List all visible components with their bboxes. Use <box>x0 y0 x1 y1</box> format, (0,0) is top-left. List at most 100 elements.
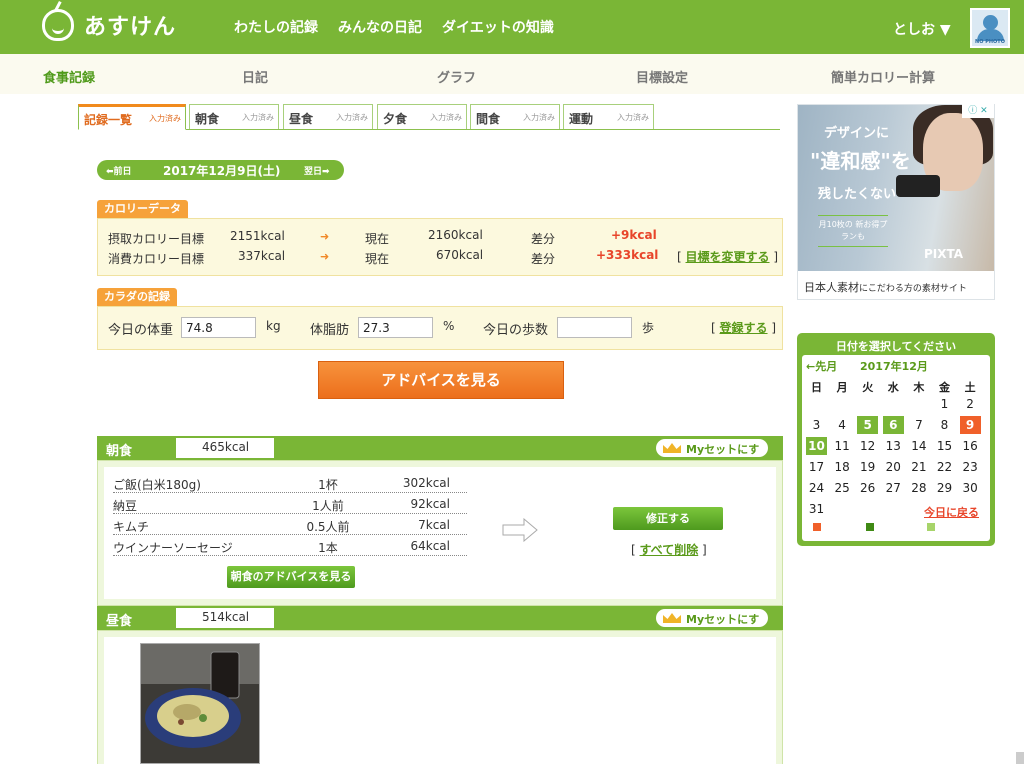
ad-image: デザインに "違和感"を 残したくない 月10枚の 新お得プランも PIXTA <box>798 105 994 271</box>
food-name: ウインナーソーセージ <box>113 541 233 555</box>
calorie-data-tag: カロリーデータ <box>97 200 188 218</box>
nav-diet-knowledge[interactable]: ダイエットの知識 <box>442 17 554 37</box>
delete-all-wrapper: [ すべて削除 ] <box>631 541 707 558</box>
food-row[interactable]: ウインナーソーセージ 1本 64kcal <box>113 535 467 556</box>
next-day-button[interactable]: 翌日➡ <box>304 164 330 177</box>
calendar-day[interactable]: 12 <box>857 437 878 455</box>
date-navigator: ⬅前日 2017年12月9日(土) 翌日➡ <box>97 160 344 180</box>
legend-complete: 全て入力済み <box>866 522 923 533</box>
calendar-day[interactable]: 24 <box>806 479 827 497</box>
calendar-day[interactable]: 17 <box>806 458 827 476</box>
breakfast-advice-button[interactable]: 朝食のアドバイスを見る <box>227 566 355 588</box>
tab-lunch[interactable]: 昼食 入力済み <box>283 104 373 129</box>
food-row[interactable]: キムチ 0.5人前 7kcal <box>113 514 467 535</box>
subnav-diary[interactable]: 日記 <box>242 67 268 86</box>
calendar-day[interactable]: 31 <box>806 500 827 518</box>
lunch-myset-button[interactable]: Myセットにする <box>656 609 768 642</box>
scrollbar[interactable] <box>1016 752 1024 764</box>
nav-my-records[interactable]: わたしの記録 <box>234 17 318 37</box>
pixta-ad[interactable]: デザインに "違和感"を 残したくない 月10枚の 新お得プランも PIXTA … <box>797 104 995 300</box>
calendar-inner: ←先月 2017年12月 日月火水木金土 1 2 3 4 5 6 7 8 9 10 11 12 13 14 1… <box>802 355 990 541</box>
tab-label: 運動 <box>569 112 594 126</box>
calendar-day[interactable]: 13 <box>883 437 904 455</box>
calendar-day[interactable]: 23 <box>960 458 981 476</box>
steps-label: 今日の歩数 <box>483 323 549 338</box>
legend-label: 全て入力済み <box>875 523 923 532</box>
tab-label: 間食 <box>476 112 501 126</box>
tab-record-list[interactable]: 記録一覧 入力済み <box>78 104 186 130</box>
weekday-header: 火 <box>862 381 874 394</box>
calendar-day[interactable]: 11 <box>832 437 853 455</box>
calendar-day[interactable]: 21 <box>908 458 929 476</box>
lunch-photo[interactable] <box>140 643 260 764</box>
back-to-today-link[interactable]: 今日に戻る <box>924 504 979 520</box>
food-qty: 0.5人前 <box>306 520 350 534</box>
tab-snack[interactable]: 間食 入力済み <box>470 104 560 129</box>
calendar-day[interactable]: 3 <box>806 416 827 434</box>
calendar-day[interactable]: 1 <box>934 395 955 413</box>
calendar-day[interactable]: 9 <box>959 416 981 434</box>
tab-dinner[interactable]: 夕食 入力済み <box>377 104 467 129</box>
current-date: 2017年12月9日(土) <box>163 164 281 178</box>
logo[interactable]: あすけん <box>42 9 176 41</box>
calendar-day[interactable]: 15 <box>934 437 955 455</box>
bracket-close: ] <box>773 250 779 264</box>
calendar-day[interactable]: 19 <box>857 458 878 476</box>
weekday-header: 水 <box>887 381 899 394</box>
calendar-day[interactable]: 25 <box>832 479 853 497</box>
weight-input[interactable] <box>181 317 256 338</box>
edit-breakfast-button[interactable]: 修正する <box>613 507 723 530</box>
calendar-day[interactable]: 8 <box>934 416 955 434</box>
breakfast-myset-button[interactable]: Myセットにする <box>656 439 768 472</box>
calendar-day[interactable]: 30 <box>960 479 981 497</box>
calendar-day[interactable]: 14 <box>908 437 929 455</box>
food-row[interactable]: 納豆 1人前 92kcal <box>113 493 467 514</box>
subnav-calorie-calc[interactable]: 簡単カロリー計算 <box>831 67 935 86</box>
intake-current: 2160kcal <box>428 228 483 242</box>
delete-all-link[interactable]: すべて削除 <box>640 543 699 557</box>
calendar-day[interactable]: 20 <box>883 458 904 476</box>
weekday-header: 金 <box>939 381 950 394</box>
food-row[interactable]: ご飯(白米180g) 1杯 302kcal <box>113 472 467 493</box>
calendar-day[interactable]: 29 <box>934 479 955 497</box>
nav-everyone-diary[interactable]: みんなの日記 <box>338 17 422 37</box>
food-kcal: 64kcal <box>410 539 450 553</box>
arrow-icon: ➜ <box>320 230 330 243</box>
body-fat-input[interactable] <box>358 317 433 338</box>
avatar[interactable]: NO PHOTO <box>970 8 1010 48</box>
calendar-day[interactable]: 7 <box>908 416 929 434</box>
calendar-day[interactable]: 28 <box>908 479 929 497</box>
tab-status: 入力済み <box>617 113 649 122</box>
tab-label: 記録一覧 <box>84 113 133 127</box>
calendar-day[interactable]: 2 <box>960 395 981 413</box>
calendar-day[interactable]: 16 <box>960 437 981 455</box>
ad-choices-icon[interactable]: ⓘ ✕ <box>962 104 994 118</box>
subnav-goal-setting[interactable]: 目標設定 <box>636 67 688 86</box>
ad-caption: 日本人素材にこだわる方の素材サイト <box>798 271 994 299</box>
steps-input[interactable] <box>557 317 632 338</box>
user-menu[interactable]: としお ▼ <box>893 19 951 39</box>
prev-month-link[interactable]: ←先月 <box>806 358 837 374</box>
calendar-day[interactable]: 27 <box>883 479 904 497</box>
change-goal-link[interactable]: 目標を変更する <box>686 250 770 264</box>
tab-exercise[interactable]: 運動 入力済み <box>563 104 654 129</box>
register-link[interactable]: 登録する <box>720 321 768 335</box>
top-header: あすけん わたしの記録 みんなの日記 ダイエットの知識 としお ▼ NO PHO… <box>0 0 1024 54</box>
tab-breakfast[interactable]: 朝食 入力済み <box>189 104 279 129</box>
calendar-day[interactable]: 18 <box>832 458 853 476</box>
bracket-close: ] <box>702 543 707 557</box>
fat-unit: % <box>443 319 455 333</box>
subnav-graph[interactable]: グラフ <box>437 67 476 86</box>
burn-diff: +333kcal <box>596 248 659 262</box>
subnav-meal-record[interactable]: 食事記録 <box>43 67 95 86</box>
calendar-day[interactable]: 6 <box>882 416 904 434</box>
prev-day-button[interactable]: ⬅前日 <box>106 164 132 177</box>
see-advice-button[interactable]: アドバイスを見る <box>318 361 564 399</box>
calendar-day[interactable]: 5 <box>857 416 879 434</box>
calendar-day[interactable]: 26 <box>857 479 878 497</box>
calendar-day[interactable]: 4 <box>832 416 853 434</box>
intake-target: 2151kcal <box>230 229 285 243</box>
food-kcal: 302kcal <box>402 476 450 490</box>
calendar-day[interactable]: 10 <box>806 437 827 455</box>
calendar-day[interactable]: 22 <box>934 458 955 476</box>
